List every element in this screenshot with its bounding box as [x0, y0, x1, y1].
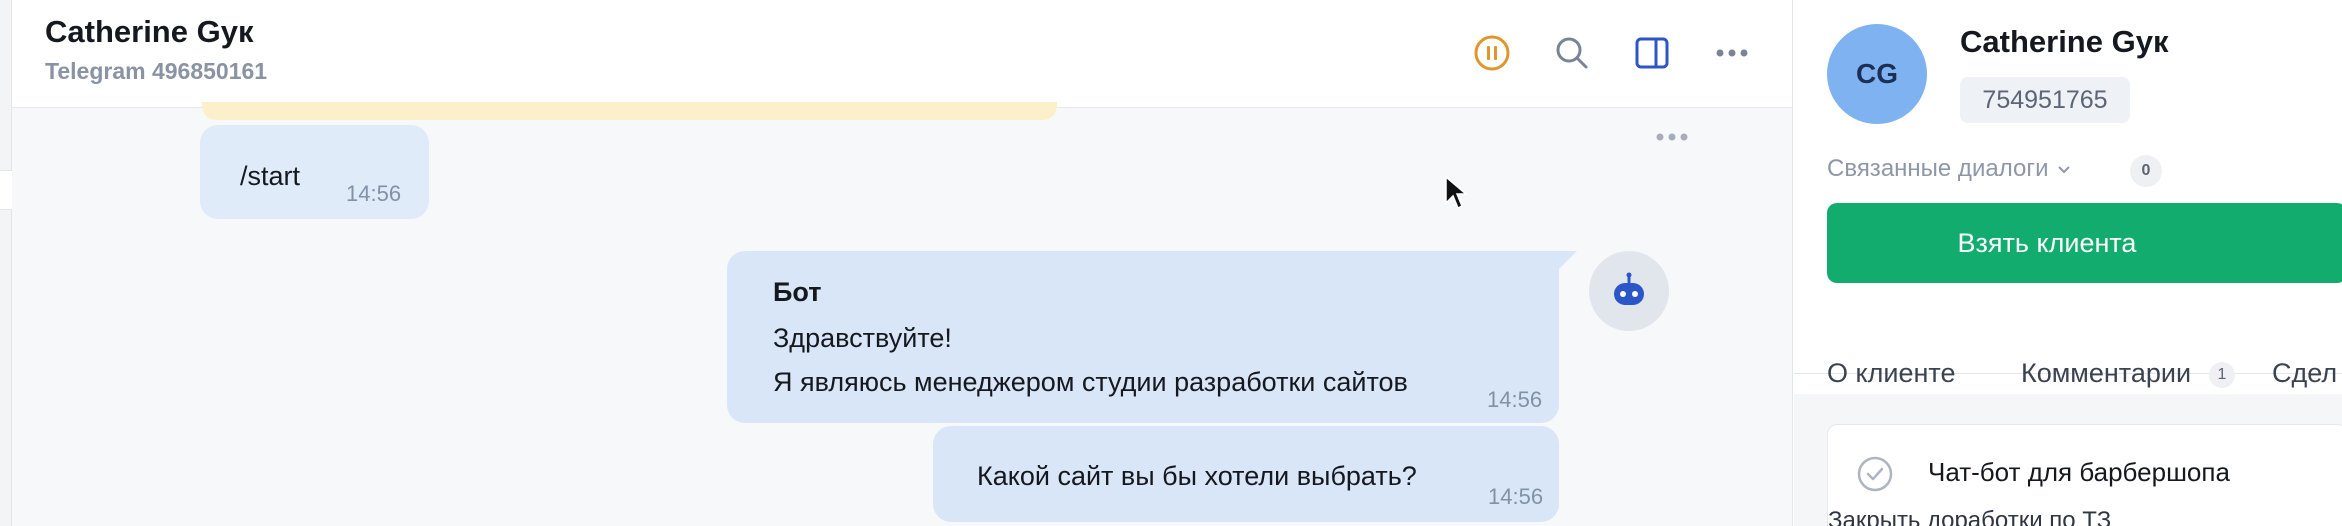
previous-message-bubble	[202, 102, 1057, 120]
bubble-tail	[1559, 251, 1577, 269]
client-panel: CG Catherine Gyк 754951765 Связанные диа…	[1794, 0, 2342, 526]
task-title: Чат-бот для барбершопа	[1928, 457, 2230, 487]
linked-dialogs-dropdown[interactable]: Связанные диалоги	[1827, 155, 2072, 183]
panel-body: Чат-бот для барбершопа Закрыть доработки…	[1794, 394, 2342, 526]
message-text-line-2: Я являюсь менеджером студии разработки с…	[773, 367, 1408, 397]
message-more-icon[interactable]	[1652, 130, 1692, 149]
message-text-line-1: Здравствуйте!	[773, 323, 952, 353]
linked-dialogs-count: 0	[2130, 155, 2162, 187]
chat-title: Catherine Gyк	[45, 14, 254, 49]
chevron-down-icon	[2058, 166, 2071, 174]
chat-header: Catherine Gyк Telegram 496850161	[12, 0, 1792, 108]
message-sender: Бот	[773, 277, 822, 307]
chat-column: Catherine Gyк Telegram 496850161 /start …	[12, 0, 1793, 526]
client-id-badge[interactable]: 754951765	[1960, 77, 2130, 123]
message-text: /start	[240, 161, 301, 191]
message-time: 14:56	[346, 181, 402, 206]
message-time: 14:56	[1488, 484, 1544, 509]
tab-deals[interactable]: Сдел	[2272, 358, 2337, 389]
mouse-cursor-icon	[1444, 175, 1469, 216]
sidebar-toggle-icon[interactable]	[1629, 30, 1675, 76]
more-icon[interactable]	[1709, 30, 1755, 76]
search-icon[interactable]	[1549, 30, 1595, 76]
left-edge-strip	[0, 0, 12, 526]
check-circle-icon[interactable]	[1856, 455, 1894, 498]
take-client-button[interactable]: Взять клиента	[1827, 203, 2342, 283]
message-list[interactable]: /start 14:56 Бот Здравствуйте! Я являюсь…	[12, 102, 1792, 526]
left-edge-divider	[0, 170, 12, 210]
bot-message[interactable]: Бот Здравствуйте! Я являюсь менеджером с…	[727, 251, 1559, 423]
comments-count-badge: 1	[2209, 362, 2235, 388]
linked-dialogs-label: Связанные диалоги	[1827, 155, 2049, 182]
avatar: CG	[1827, 24, 1927, 124]
incoming-message[interactable]: /start 14:56	[200, 125, 429, 219]
bot-avatar	[1589, 251, 1669, 331]
task-subtitle: Закрыть доработки по ТЗ	[1828, 507, 2112, 526]
tab-about-client[interactable]: О клиенте	[1827, 358, 1955, 389]
panel-tabs: О клиенте Комментарии Сдел	[1794, 316, 2342, 388]
task-card[interactable]: Чат-бот для барбершопа Закрыть доработки…	[1827, 424, 2342, 526]
bot-message[interactable]: Какой сайт вы бы хотели выбрать? 14:56	[933, 426, 1559, 522]
pause-icon[interactable]	[1469, 30, 1515, 76]
tab-comments[interactable]: Комментарии	[2021, 358, 2191, 389]
client-name: Catherine Gyк	[1960, 24, 2169, 59]
message-text: Какой сайт вы бы хотели выбрать?	[977, 461, 1417, 491]
message-time: 14:56	[1487, 387, 1543, 412]
robot-icon	[1614, 272, 1644, 305]
chat-subtitle: Telegram 496850161	[45, 58, 268, 84]
